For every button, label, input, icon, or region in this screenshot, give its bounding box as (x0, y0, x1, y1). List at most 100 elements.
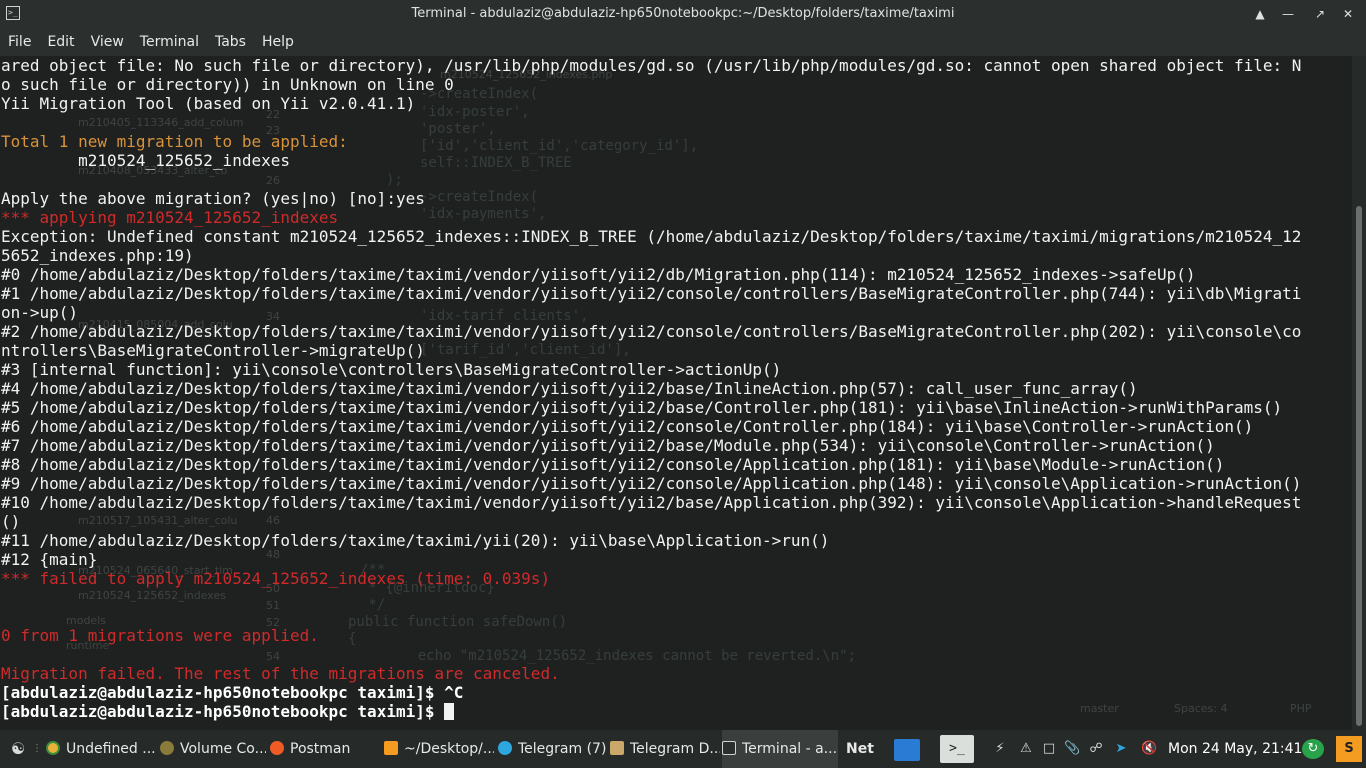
clip-icon[interactable]: 📎 (1064, 741, 1080, 757)
terminal-scrollbar[interactable] (1352, 56, 1366, 730)
terminal-line: #0 /home/abdulaziz/Desktop/folders/taxim… (1, 265, 1196, 284)
prompt-user: [abdulaziz@abdulaziz-hp650notebookpc (1, 683, 348, 702)
task-label: Postman (290, 741, 351, 757)
clock[interactable]: Mon 24 May, 21:41 (1168, 730, 1302, 768)
network-monitor[interactable]: Net (846, 730, 886, 768)
menu-file[interactable]: File (0, 28, 39, 56)
task-volume-control[interactable]: Volume Co... (160, 730, 266, 768)
menu-view[interactable]: View (83, 28, 132, 56)
window-titlebar[interactable]: >_ Terminal - abdulaziz@abdulaziz-hp650n… (0, 0, 1366, 28)
terminal-cursor (444, 703, 455, 720)
terminal-line: m210524_125652_indexes (1, 151, 290, 170)
terminal-line: *** failed to apply m210524_125652_index… (1, 569, 551, 588)
terminal-line: ared object file: No such file or direct… (1, 56, 1302, 75)
terminal-prompt-line[interactable]: [abdulaziz@abdulaziz-hp650notebookpc tax… (1, 683, 1352, 702)
terminal-line: #11 /home/abdulaziz/Desktop/folders/taxi… (1, 531, 830, 550)
terminal-line: ntrollers\BaseMigrateController->migrate… (1, 341, 425, 360)
terminal-icon (722, 741, 736, 755)
task-terminal[interactable]: Terminal - a... (722, 730, 838, 768)
postgres-icon[interactable]: ☍ (1088, 741, 1104, 757)
telegram-tray-icon[interactable]: ➤ (1113, 741, 1129, 757)
terminal-line: *** applying m210524_125652_indexes (1, 208, 339, 227)
shield-icon[interactable]: ⚠ (1018, 741, 1034, 757)
scrollbar-thumb[interactable] (1356, 206, 1362, 726)
task-label: Undefined ... (66, 741, 156, 757)
terminal-line: #6 /home/abdulaziz/Desktop/folders/taxim… (1, 417, 1254, 436)
telegram-icon (498, 741, 512, 755)
terminal-lines: ared object file: No such file or direct… (1, 56, 1352, 721)
menu-help[interactable]: Help (254, 28, 302, 56)
task-label: ~/Desktop/... (404, 741, 494, 757)
prompt-end: ]$ (415, 702, 435, 721)
terminal-line: () (1, 512, 21, 531)
close-window-button[interactable]: ✕ (1338, 4, 1358, 24)
terminal-line: #1 /home/abdulaziz/Desktop/folders/taxim… (1, 284, 1302, 303)
menu-bar: File Edit View Terminal Tabs Help (0, 28, 1366, 56)
task-sublime[interactable]: ~/Desktop/... (384, 730, 494, 768)
terminal-line: #8 /home/abdulaziz/Desktop/folders/taxim… (1, 455, 1225, 474)
terminal-output[interactable]: m210524_125652_indexes.php m210405_11334… (0, 56, 1352, 730)
menu-edit[interactable]: Edit (39, 28, 82, 56)
task-telegram[interactable]: Telegram (7) (498, 730, 606, 768)
prompt-end: ]$ (415, 683, 435, 702)
task-postman[interactable]: Postman (270, 730, 374, 768)
terminal-line: on->up() (1, 303, 79, 322)
window-title: Terminal - abdulaziz@abdulaziz-hp650note… (411, 6, 955, 21)
terminal-line: 5652_indexes.php:19) (1, 246, 194, 265)
terminal-line: Exception: Undefined constant m210524_12… (1, 227, 1302, 246)
update-icon[interactable]: ↻ (1302, 739, 1324, 759)
prompt-input: ^C (444, 683, 464, 702)
prompt-user: [abdulaziz@abdulaziz-hp650notebookpc (1, 702, 348, 721)
terminal-line: #7 /home/abdulaziz/Desktop/folders/taxim… (1, 436, 1215, 455)
postman-icon (270, 741, 284, 755)
network-monitor-label: Net (846, 741, 874, 757)
separator-handle-icon: ⋮ (32, 743, 42, 754)
sublime-tray-icon[interactable]: S (1336, 736, 1362, 762)
terminal-line: #10 /home/abdulaziz/Desktop/folders/taxi… (1, 493, 1302, 512)
prompt-dir: taximi (357, 683, 416, 702)
task-telegram-downloads[interactable]: Telegram D... (610, 730, 720, 768)
terminal-line: #3 [internal function]: yii\console\cont… (1, 360, 782, 379)
battery-icon[interactable]: ⚡ (992, 741, 1008, 757)
volume-muted-icon[interactable]: 🔇 (1141, 741, 1157, 757)
workspace-1-icon[interactable] (894, 739, 920, 761)
task-label: Volume Co... (180, 741, 266, 757)
volume-app-icon (160, 741, 174, 755)
folder-icon (610, 741, 624, 755)
shade-window-icon[interactable]: ▲ (1250, 4, 1270, 24)
app-menu-icon[interactable]: ☯ (8, 741, 28, 757)
minimize-window-button[interactable]: — (1278, 4, 1298, 24)
task-chrome[interactable]: Undefined ... (46, 730, 156, 768)
menu-terminal[interactable]: Terminal (132, 28, 207, 56)
terminal-line: Migration failed. The rest of the migrat… (1, 664, 560, 683)
maximize-window-button[interactable]: ↗ (1310, 4, 1330, 24)
terminal-line: Apply the above migration? (yes|no) [no]… (1, 189, 425, 208)
task-label: Telegram (7) (518, 741, 606, 757)
terminal-line: 0 from 1 migrations were applied. (1, 626, 319, 645)
menu-tabs[interactable]: Tabs (207, 28, 254, 56)
chrome-icon (46, 741, 60, 755)
taskbar: ☯ ⋮ Undefined ... Volume Co... Postman ~… (0, 730, 1366, 768)
terminal-line: #5 /home/abdulaziz/Desktop/folders/taxim… (1, 398, 1283, 417)
terminal-line: #2 /home/abdulaziz/Desktop/folders/taxim… (1, 322, 1302, 341)
terminal-line: Total 1 new migration to be applied: (1, 132, 348, 151)
display-icon[interactable]: □ (1041, 741, 1057, 757)
terminal-line: #12 {main} (1, 550, 98, 569)
sublime-icon (384, 741, 398, 755)
terminal-prompt-line[interactable]: [abdulaziz@abdulaziz-hp650notebookpc tax… (1, 702, 1352, 721)
terminal-line: #9 /home/abdulaziz/Desktop/folders/taxim… (1, 474, 1302, 493)
terminal-line: #4 /home/abdulaziz/Desktop/folders/taxim… (1, 379, 1138, 398)
prompt-dir: taximi (357, 702, 416, 721)
task-label: Telegram D... (630, 741, 720, 757)
terminal-line: Yii Migration Tool (based on Yii v2.0.41… (1, 94, 416, 113)
workspace-2-icon[interactable]: >_ (940, 735, 974, 763)
